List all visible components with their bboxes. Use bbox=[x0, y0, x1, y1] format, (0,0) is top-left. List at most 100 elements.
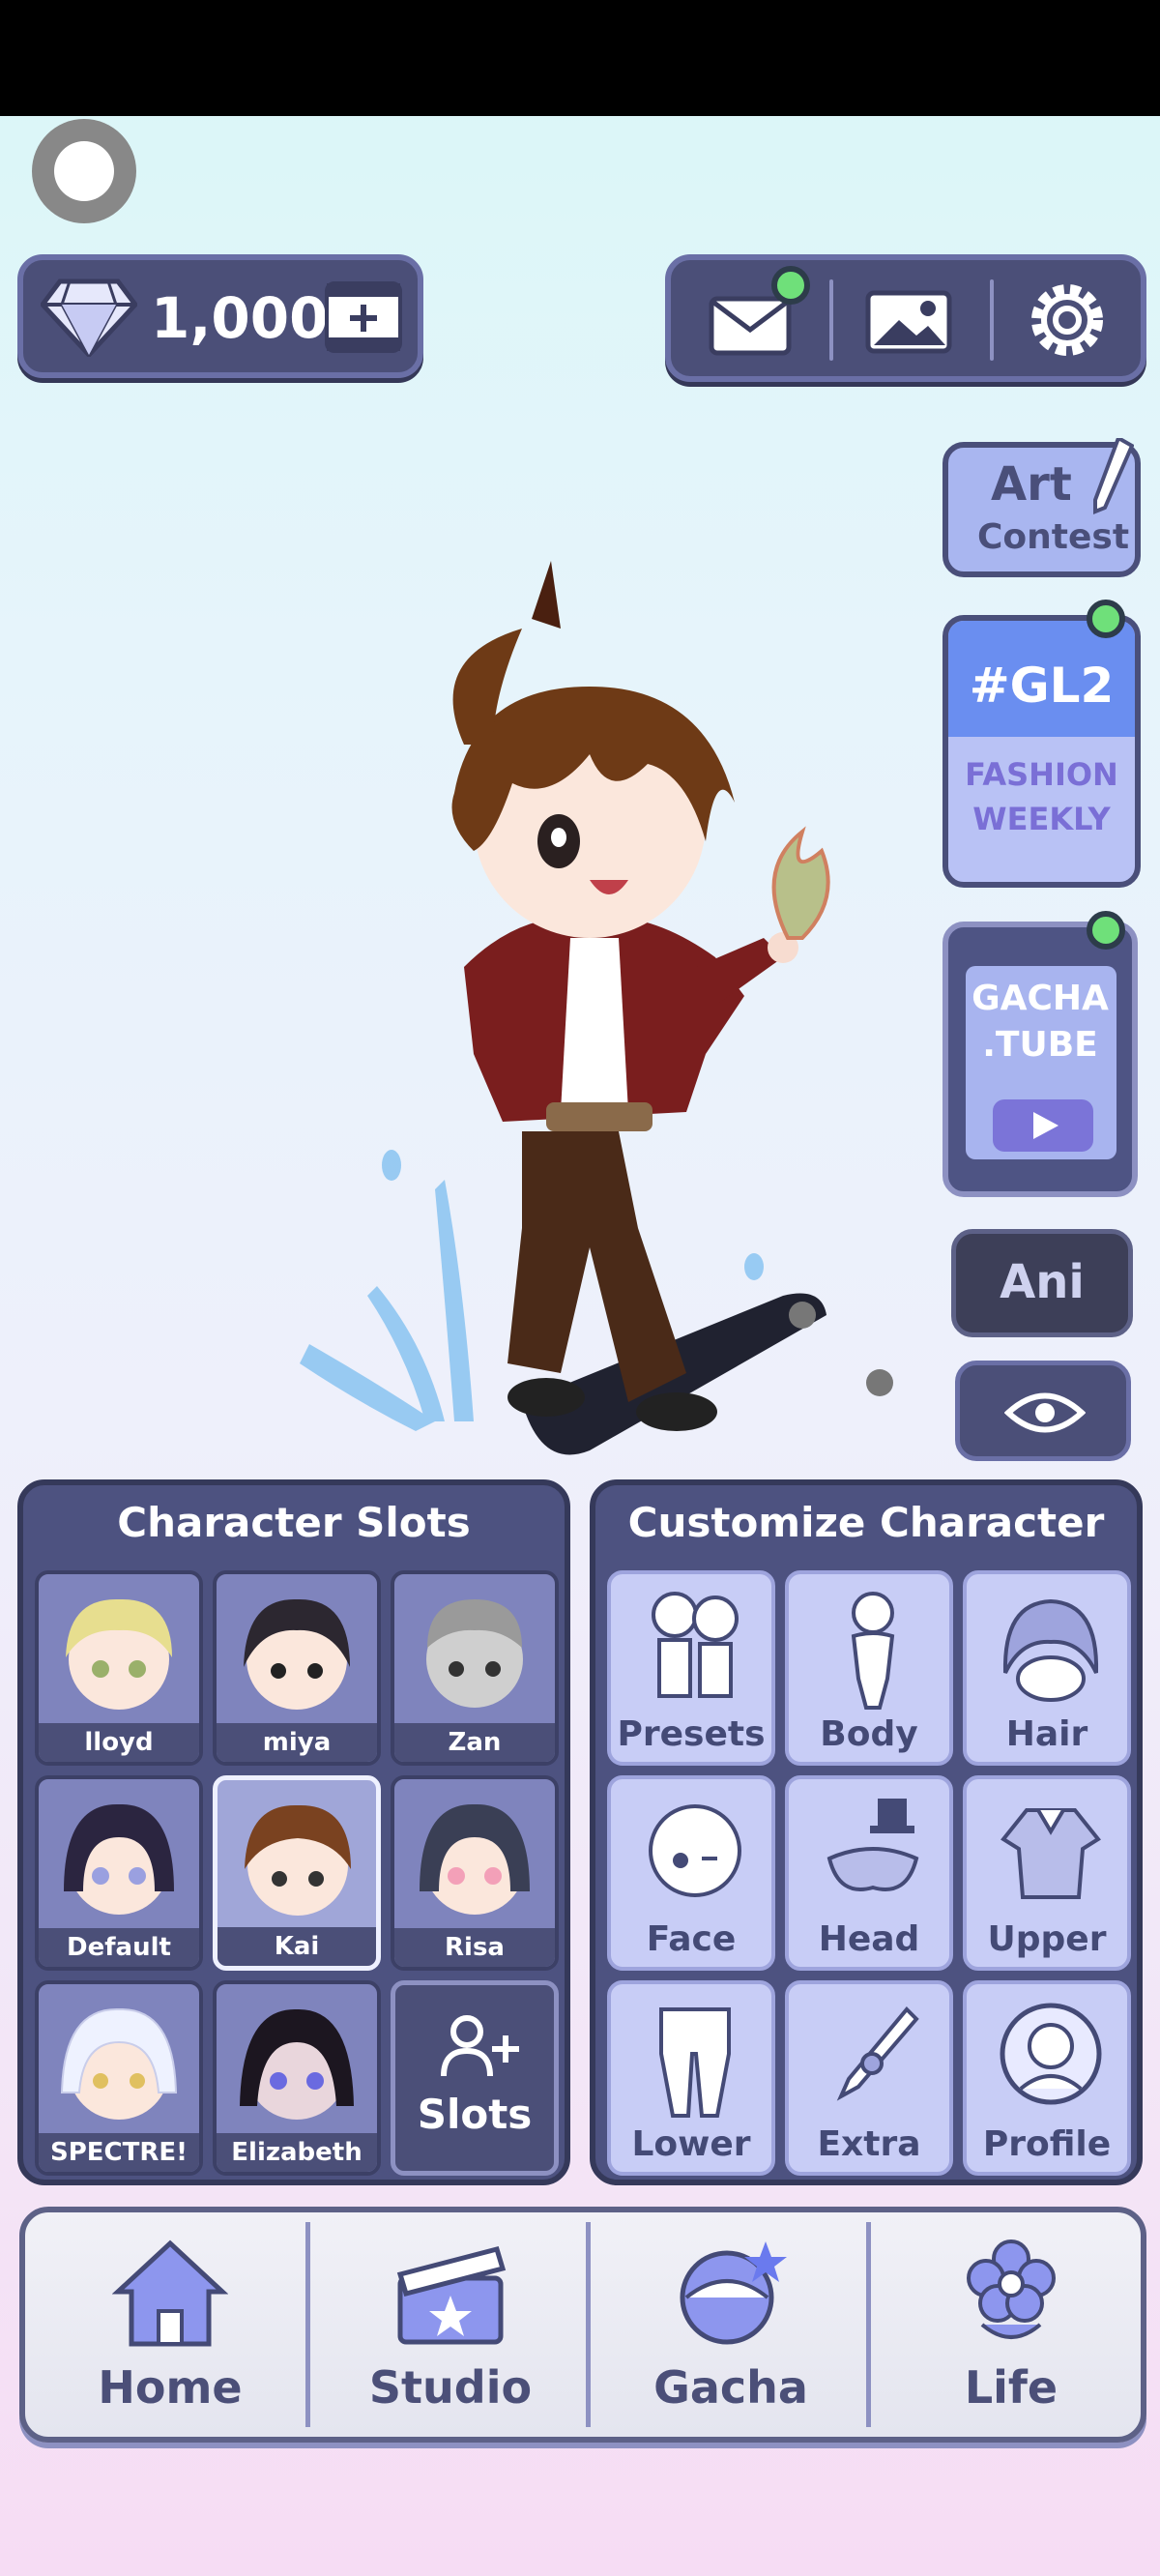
hair-icon bbox=[1002, 1598, 1099, 1702]
slot-name: SPECTRE! bbox=[39, 2133, 199, 2172]
customize-label: Presets bbox=[617, 1714, 766, 1754]
gacha-capsule-icon bbox=[680, 2241, 787, 2345]
gacha-tube-card[interactable]: GACHA .TUBE bbox=[942, 922, 1138, 1197]
add-slots-label: Slots bbox=[417, 2091, 533, 2138]
pants-icon bbox=[659, 2007, 731, 2118]
slot-name: lloyd bbox=[39, 1723, 199, 1762]
character-slot-selected[interactable]: Kai bbox=[213, 1775, 381, 1971]
customize-extra-button[interactable]: Extra bbox=[785, 1980, 953, 2176]
art-contest-card[interactable]: Art Contest bbox=[942, 438, 1141, 577]
customize-label: Face bbox=[646, 1919, 737, 1959]
character-slot[interactable]: Elizabeth bbox=[213, 1980, 381, 2176]
customize-label: Upper bbox=[987, 1919, 1107, 1959]
head-accessory-icon bbox=[826, 1799, 919, 1891]
face-icon bbox=[649, 1804, 741, 1897]
customize-body-button[interactable]: Body bbox=[785, 1570, 953, 1766]
character-avatar bbox=[244, 1598, 350, 1710]
play-icon bbox=[993, 1099, 1093, 1152]
customize-character-title: Customize Character bbox=[627, 1499, 1105, 1546]
customize-presets-button[interactable]: Presets bbox=[607, 1570, 775, 1766]
customize-head-button[interactable]: Head bbox=[785, 1775, 953, 1971]
nav-divider bbox=[866, 2222, 871, 2427]
customize-label: Profile bbox=[982, 2124, 1112, 2164]
gacha-tube-title: GACHA .TUBE bbox=[972, 979, 1109, 1065]
nav-home-label: Home bbox=[98, 2361, 243, 2414]
eye-icon bbox=[1004, 1392, 1086, 1433]
gl2-tag: #GL2 bbox=[969, 658, 1115, 714]
top-actions-bar bbox=[665, 254, 1146, 382]
character-slot[interactable]: Zan bbox=[391, 1570, 559, 1766]
nav-gacha-label: Gacha bbox=[653, 2361, 808, 2414]
character-slot[interactable]: miya bbox=[213, 1570, 381, 1766]
character-preview[interactable] bbox=[300, 551, 918, 1479]
nav-divider bbox=[586, 2222, 591, 2427]
ani-button[interactable]: Ani bbox=[951, 1229, 1133, 1337]
divider bbox=[829, 279, 833, 361]
record-button[interactable] bbox=[32, 119, 136, 223]
fashion-notification-dot bbox=[1087, 600, 1125, 638]
nav-life-label: Life bbox=[964, 2361, 1058, 2414]
gem-amount: 1,000 bbox=[151, 285, 329, 351]
character-avatar bbox=[60, 2007, 178, 2120]
character-avatar bbox=[245, 1804, 351, 1916]
nav-divider bbox=[305, 2222, 310, 2427]
add-video-icon[interactable] bbox=[323, 279, 404, 355]
slot-name: Kai bbox=[218, 1927, 376, 1966]
character-slots-title: Character Slots bbox=[117, 1499, 471, 1546]
character-slots-panel: Character Slots lloyd miya Zan Default D… bbox=[17, 1479, 570, 2185]
customize-profile-button[interactable]: Profile bbox=[963, 1980, 1131, 2176]
character-slot[interactable]: SPECTRE! bbox=[35, 1980, 203, 2176]
customize-label: Head bbox=[818, 1919, 920, 1959]
body-icon bbox=[851, 1592, 895, 1710]
customize-upper-button[interactable]: Upper bbox=[963, 1775, 1131, 1971]
nav-life[interactable]: Life bbox=[872, 2212, 1150, 2437]
character-avatar bbox=[420, 1803, 530, 1915]
divider bbox=[990, 279, 994, 361]
clapperboard-icon bbox=[396, 2245, 507, 2345]
gem-counter[interactable]: 1,000 bbox=[17, 254, 423, 378]
extra-sword-icon bbox=[836, 2006, 919, 2101]
customize-grid: Presets Body Hair Face Head Upper Lower bbox=[607, 1570, 1131, 2176]
nav-home[interactable]: Home bbox=[31, 2212, 309, 2437]
customize-hair-button[interactable]: Hair bbox=[963, 1570, 1131, 1766]
character-slot[interactable]: Risa bbox=[391, 1775, 559, 1971]
nav-studio[interactable]: Studio bbox=[311, 2212, 590, 2437]
nav-gacha[interactable]: Gacha bbox=[592, 2212, 870, 2437]
mail-notification-dot bbox=[771, 266, 810, 305]
slot-name: miya bbox=[217, 1723, 377, 1762]
slot-name: Default Doll bbox=[39, 1928, 199, 1967]
add-slots-button[interactable]: Slots bbox=[391, 1980, 559, 2176]
art-contest-title: Art bbox=[991, 457, 1072, 512]
nav-studio-label: Studio bbox=[368, 2361, 533, 2414]
character-avatar bbox=[64, 1803, 174, 1915]
gallery-icon[interactable] bbox=[860, 278, 957, 363]
bottom-navigation: Home Studio Gacha Life bbox=[19, 2207, 1146, 2443]
fashion-weekly-title: FASHION WEEKLY bbox=[965, 756, 1118, 837]
eye-toggle-button[interactable] bbox=[955, 1361, 1131, 1461]
customize-label: Body bbox=[820, 1714, 918, 1754]
gear-icon[interactable] bbox=[1019, 278, 1116, 363]
fashion-weekly-card[interactable]: #GL2 FASHION WEEKLY bbox=[942, 615, 1141, 888]
character-avatar bbox=[426, 1599, 523, 1708]
slot-name: Elizabeth bbox=[217, 2133, 377, 2172]
customize-face-button[interactable]: Face bbox=[607, 1775, 775, 1971]
character-slot[interactable]: lloyd bbox=[35, 1570, 203, 1766]
presets-icon bbox=[652, 1592, 739, 1698]
character-avatar bbox=[240, 2008, 354, 2120]
customize-label: Hair bbox=[1005, 1714, 1088, 1754]
flower-icon bbox=[967, 2239, 1056, 2339]
slot-name: Risa bbox=[394, 1928, 555, 1967]
art-contest-subtitle: Contest bbox=[977, 517, 1130, 557]
slot-name: Zan bbox=[394, 1723, 555, 1762]
character-slot[interactable]: Default Doll bbox=[35, 1775, 203, 1971]
customize-label: Extra bbox=[817, 2124, 921, 2164]
customize-character-panel: Customize Character Presets Body Hair Fa… bbox=[590, 1479, 1143, 2185]
customize-lower-button[interactable]: Lower bbox=[607, 1980, 775, 2176]
character-slots-grid: lloyd miya Zan Default Doll Kai Risa SPE… bbox=[35, 1570, 559, 2176]
gacha-tube-notification-dot bbox=[1087, 911, 1125, 950]
customize-label: Lower bbox=[631, 2124, 751, 2164]
diamond-icon bbox=[41, 278, 137, 357]
profile-icon bbox=[1000, 2003, 1102, 2105]
pencil-icon bbox=[1093, 438, 1134, 514]
character-avatar bbox=[66, 1598, 172, 1710]
